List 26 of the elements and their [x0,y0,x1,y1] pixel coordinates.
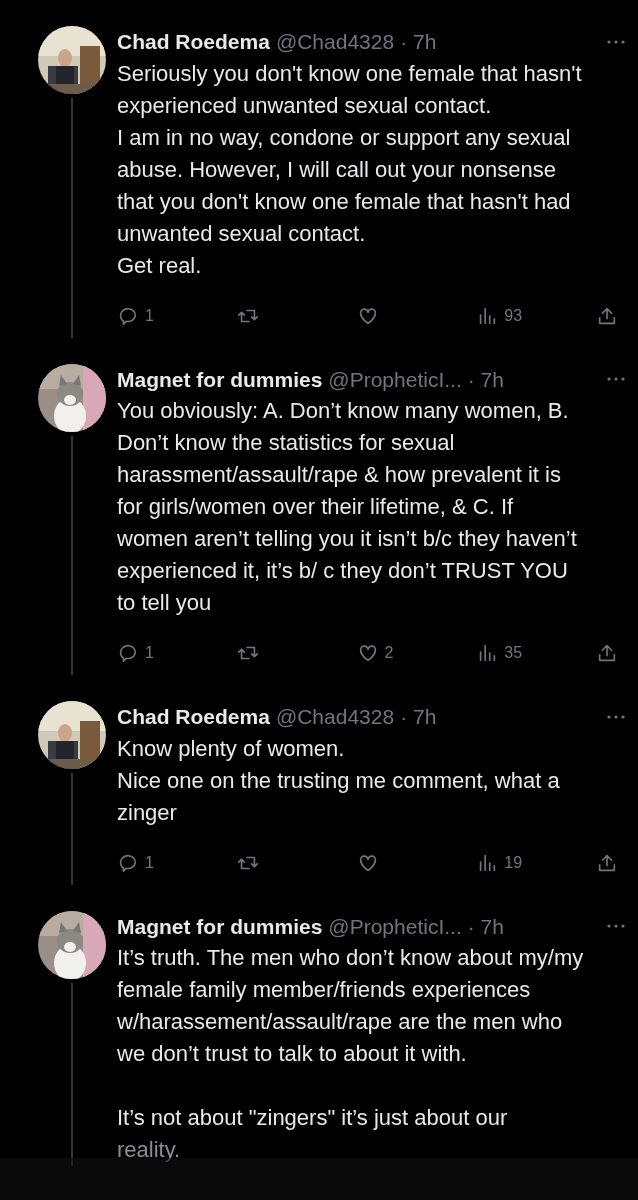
user-name[interactable]: Magnet for dummies [117,363,323,395]
tweet-text: Seriously you don't know one female that hasn't experienced unwanted sexual contact. I am in no way, condone or support any sexual abuse. However, I will call out your nonsense that you don't know one female that hasn't had unwanted sexual contact. Get real. [117,59,583,280]
user-handle[interactable]: @PropheticI... [328,910,462,942]
timestamp: · 7h [467,913,504,940]
reply-icon[interactable] [117,642,139,664]
user-handle[interactable]: @PropheticI... [328,363,462,395]
reply-count: 1 [145,643,154,663]
view-count: 93 [504,305,523,326]
user-name[interactable]: Magnet for dummies [117,910,323,942]
timestamp: · 7h [400,29,437,55]
reply-count: 1 [145,305,154,326]
view-count: 35 [504,643,523,663]
tweet-text: Know plenty of women. Nice one on the trusting me comment, what a zinger [117,734,561,827]
view-count: 19 [504,852,523,873]
timestamp: · 7h [400,704,437,730]
timestamp: · 7h [467,366,504,393]
reply-count: 1 [145,852,154,873]
tweet-text: reality. [117,1136,182,1164]
user-name[interactable]: Chad Roedema [117,26,270,58]
user-handle[interactable]: @Chad4328 [275,26,395,58]
share-icon[interactable] [596,642,618,664]
tweet-text: You obviously: A. Don’t know many women, B. Don’t know the statistics for sexual harassment/assault/rape & how prevalent it is for girls/women over their lifetime, & C. If women aren’t telling you it isn’t b/c they haven’t experienced it, it’s b/ c they don’t TRUST YOU to tell you [117,397,578,617]
tweet-text: It’s truth. The men who don’t know about my/my female family member/friends experiences w/harassement/assault/rape are the men who we don’t trust to talk to about it with. It’s not about "zingers" it’s just about our [117,944,585,1132]
user-handle[interactable]: @Chad4328 [275,701,395,733]
user-name[interactable]: Chad Roedema [117,701,270,733]
like-count: 2 [384,643,394,663]
